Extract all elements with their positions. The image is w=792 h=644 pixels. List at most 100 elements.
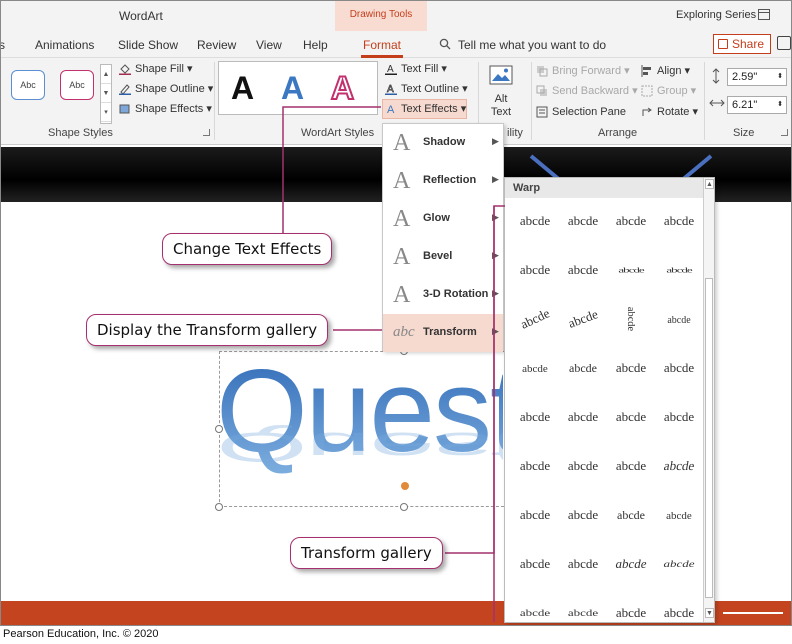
tab-help[interactable]: Help [303, 38, 328, 52]
warp-sample-text: abcde [663, 605, 695, 620]
warp-option-r9-c3[interactable]: abcde [607, 598, 655, 625]
warp-option-r1-c4[interactable]: abcde [655, 206, 703, 236]
warp-option-r5-c3[interactable]: abcde [607, 402, 655, 432]
warp-option-r2-c3[interactable]: abcde [607, 255, 655, 285]
warp-option-r9-c1[interactable]: abcde [511, 598, 559, 625]
shape-outline-button[interactable]: Shape Outline ▾ [119, 81, 213, 97]
tab-view[interactable]: View [256, 38, 282, 52]
spinner-icon[interactable]: ⬍ [777, 97, 783, 113]
share-button[interactable]: Share [713, 34, 771, 54]
ribbon-display-icon[interactable] [758, 9, 770, 20]
warp-option-r2-c1[interactable]: abcde [511, 255, 559, 285]
wordart-styles-gallery[interactable]: A A A [218, 61, 378, 115]
warp-option-r4-c1[interactable]: abcde [511, 353, 559, 383]
menu-item-3d-rotation[interactable]: A 3-D Rotation ▶ [383, 276, 503, 314]
transform-adjust-handle[interactable] [401, 482, 409, 490]
warp-option-r6-c2[interactable]: abcde [559, 451, 607, 481]
warp-option-r7-c3[interactable]: abcde [607, 500, 655, 530]
tab-format[interactable]: Format [363, 38, 401, 52]
warp-option-r6-c3[interactable]: abcde [607, 451, 655, 481]
text-outline-button[interactable]: A Text Outline ▾ [385, 81, 468, 97]
bring-forward-button[interactable]: Bring Forward ▾ [536, 63, 630, 79]
warp-option-r3-c1[interactable]: abcde [511, 304, 559, 334]
warp-option-r5-c4[interactable]: abcde [655, 402, 703, 432]
shape-height-field[interactable]: 2.59" ⬍ [727, 68, 787, 86]
warp-option-r6-c4[interactable]: abcde [655, 451, 703, 481]
wordart-style-outline[interactable]: A [330, 69, 355, 107]
resize-handle[interactable] [400, 503, 408, 511]
search-icon [439, 38, 451, 50]
warp-option-r4-c2[interactable]: abcde [559, 353, 607, 383]
group-divider [531, 62, 532, 140]
tab-slide-show[interactable]: Slide Show [118, 38, 178, 52]
menu-item-glow[interactable]: A Glow ▶ [383, 200, 503, 238]
shape-styles-launcher[interactable] [203, 129, 210, 136]
warp-option-r4-c4[interactable]: abcde [655, 353, 703, 383]
shape-effects-button[interactable]: Shape Effects ▾ [119, 101, 212, 117]
warp-option-r5-c2[interactable]: abcde [559, 402, 607, 432]
warp-option-r9-c4[interactable]: abcde [655, 598, 703, 625]
warp-option-r7-c1[interactable]: abcde [511, 500, 559, 530]
text-fill-button[interactable]: A Text Fill ▾ [385, 61, 447, 77]
warp-option-r8-c2[interactable]: abcde [559, 549, 607, 579]
shape-effects-label: Shape Effects [135, 103, 204, 115]
warp-option-r8-c3[interactable]: abcde [607, 549, 655, 579]
warp-sample-text: abcde [519, 507, 551, 522]
warp-option-r7-c2[interactable]: abcde [559, 500, 607, 530]
warp-option-r3-c3[interactable]: abcde [607, 304, 655, 334]
warp-option-r3-c4[interactable]: abcde [655, 304, 703, 334]
warp-option-r9-c2[interactable]: abcde [559, 598, 607, 625]
scroll-up-icon[interactable]: ▲ [705, 179, 714, 189]
svg-text:A: A [387, 84, 394, 95]
warp-option-r7-c4[interactable]: abcde [655, 500, 703, 530]
wordart-style-black[interactable]: A [231, 70, 254, 107]
warp-option-r4-c3[interactable]: abcde [607, 353, 655, 383]
warp-option-r8-c1[interactable]: abcde [511, 549, 559, 579]
comments-icon[interactable] [777, 36, 791, 50]
menu-item-shadow[interactable]: A Shadow ▶ [383, 124, 503, 162]
rotate-button[interactable]: Rotate ▾ [641, 104, 698, 120]
warp-option-r1-c1[interactable]: abcde [511, 206, 559, 236]
submenu-arrow-icon: ▶ [492, 212, 499, 222]
group-button[interactable]: Group ▾ [641, 83, 696, 99]
text-effects-button[interactable]: A Text Effects ▾ [382, 99, 467, 119]
selection-pane-button[interactable]: Selection Pane [536, 104, 626, 120]
menu-item-transform[interactable]: abc Transform ▶ [383, 314, 503, 352]
spinner-icon[interactable]: ⬍ [777, 69, 783, 85]
warp-option-r2-c4[interactable]: abcde [655, 255, 703, 285]
shape-style-thumb-magenta[interactable]: Abc [60, 70, 94, 100]
warp-option-r1-c2[interactable]: abcde [559, 206, 607, 236]
tab-review[interactable]: Review [197, 38, 236, 52]
alt-text-label-2: Text [490, 106, 512, 118]
transform-icon: abc [393, 324, 415, 340]
tab-transitions[interactable]: s [1, 38, 5, 52]
shape-styles-scroller[interactable]: ▲ ▼ ▾ [100, 64, 112, 124]
align-button[interactable]: Align ▾ [641, 63, 690, 79]
warp-option-r2-c2[interactable]: abcde [559, 255, 607, 285]
resize-handle[interactable] [215, 425, 223, 433]
warp-option-r6-c1[interactable]: abcde [511, 451, 559, 481]
gallery-scrollbar[interactable]: ▲ ▼ [703, 178, 714, 622]
size-launcher[interactable] [781, 129, 788, 136]
menu-item-reflection[interactable]: A Reflection ▶ [383, 162, 503, 200]
scroll-down-icon[interactable]: ▼ [705, 608, 714, 618]
shape-width-field[interactable]: 6.21" ⬍ [727, 96, 787, 114]
warp-option-r8-c4[interactable]: abcde [655, 549, 703, 579]
bring-forward-label: Bring Forward [552, 65, 622, 77]
zoom-slider[interactable] [723, 612, 783, 614]
wordart-style-blue[interactable]: A [281, 70, 304, 107]
scroll-thumb[interactable] [705, 278, 713, 598]
menu-item-bevel[interactable]: A Bevel ▶ [383, 238, 503, 276]
shape-fill-button[interactable]: Shape Fill ▾ [119, 61, 193, 77]
warp-option-r3-c2[interactable]: abcde [559, 304, 607, 334]
warp-option-r1-c3[interactable]: abcde [607, 206, 655, 236]
send-backward-button[interactable]: Send Backward ▾ [536, 83, 638, 99]
paint-bucket-icon [119, 64, 131, 75]
tell-me-search[interactable]: Tell me what you want to do [458, 38, 606, 52]
warp-option-r5-c1[interactable]: abcde [511, 402, 559, 432]
tab-animations[interactable]: Animations [35, 38, 94, 52]
shape-style-thumb-blue[interactable]: Abc [11, 70, 45, 100]
resize-handle[interactable] [215, 503, 223, 511]
alt-text-button[interactable]: Alt Text [485, 93, 517, 119]
drawing-tools-context-tab[interactable]: Drawing Tools [335, 1, 427, 31]
